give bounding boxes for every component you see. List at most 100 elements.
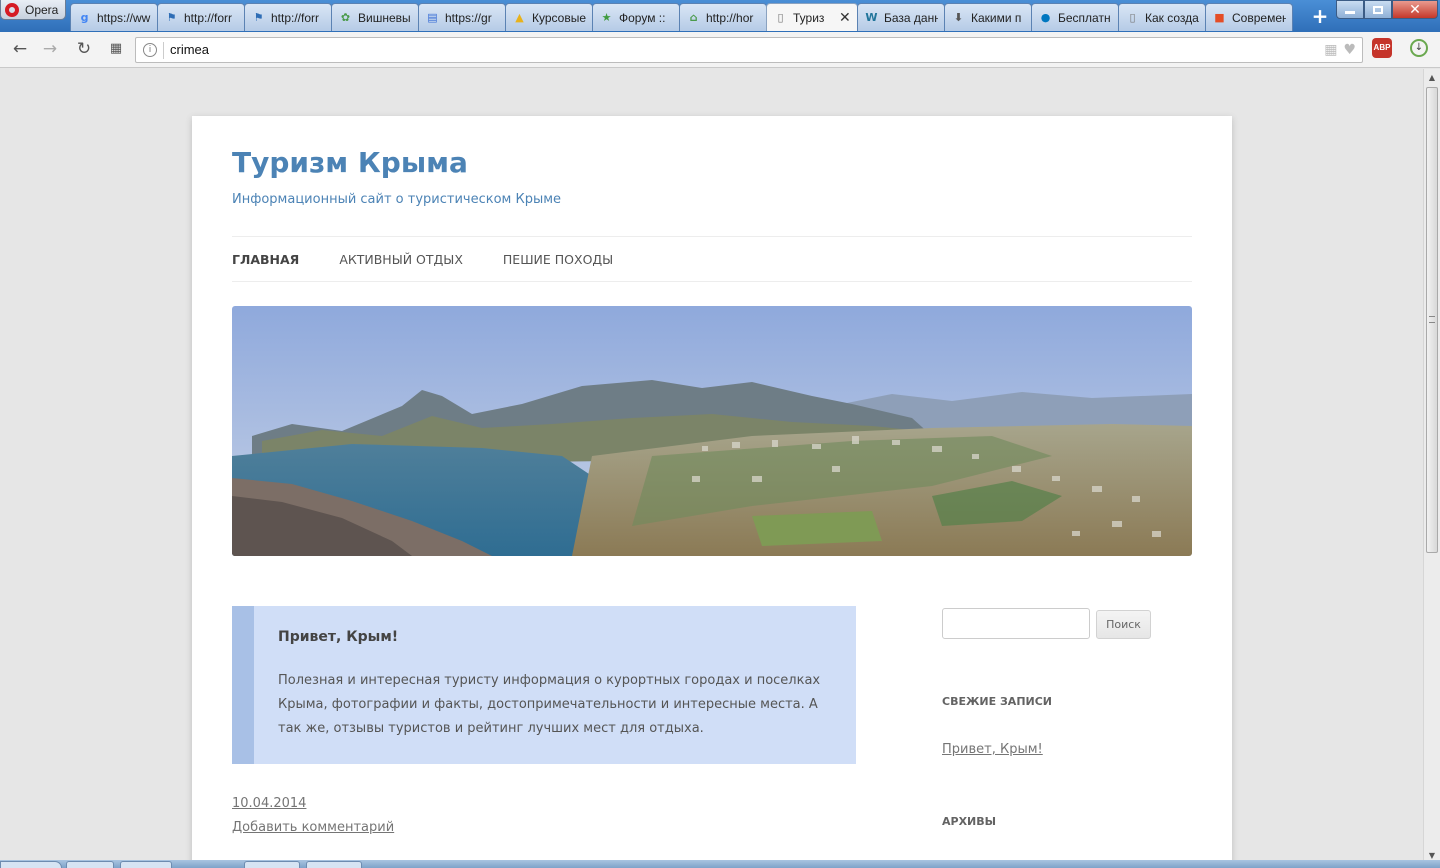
page-icon: ▯ <box>1129 11 1136 24</box>
tab-active[interactable]: ▯ Туриз ✕ <box>766 3 858 31</box>
browser-tab[interactable]: W База данн <box>857 3 945 31</box>
close-window-button[interactable]: ✕ <box>1392 0 1438 19</box>
back-button[interactable]: ← <box>8 38 32 60</box>
tab-title: https://gr <box>445 10 492 25</box>
windows-icon: ■ <box>1214 11 1225 24</box>
scrollbar-grip-icon <box>1429 316 1435 323</box>
browser-tab[interactable]: ■ Современ <box>1205 3 1293 31</box>
recent-post-link[interactable]: Привет, Крым! <box>942 742 1043 757</box>
reload-icon: ↻ <box>76 39 92 59</box>
forward-arrow-icon: → <box>42 39 58 59</box>
tab-title: Современ <box>1232 10 1286 25</box>
minimize-button[interactable] <box>1336 0 1364 19</box>
search-button[interactable]: Поиск <box>1096 610 1151 639</box>
browser-tab[interactable]: ⚑ http://forr <box>157 3 245 31</box>
start-button[interactable] <box>0 861 62 868</box>
scrollbar-thumb[interactable] <box>1426 87 1438 553</box>
heart-icon[interactable]: ♥ <box>1343 42 1356 58</box>
recent-posts-title: Свежие записи <box>942 695 1053 708</box>
maximize-button[interactable] <box>1364 0 1392 19</box>
tab-title: Вишневы <box>358 10 411 25</box>
tab-title: http://forr <box>184 10 233 25</box>
google-icon: g <box>80 11 89 24</box>
nav-item[interactable]: Главная <box>232 252 299 267</box>
download-icon: ⬇ <box>953 11 964 24</box>
download-icon[interactable]: ↓ <box>1410 39 1428 57</box>
tab-title: Как созда <box>1145 10 1199 25</box>
cherry-icon: ✿ <box>340 11 351 24</box>
page-icon: ▯ <box>777 11 784 24</box>
page-scrollbar[interactable]: ▲ ▼ <box>1423 69 1440 868</box>
browser-tab[interactable]: ★ Форум :: <box>592 3 680 31</box>
speed-dial-add-icon[interactable]: ▦ <box>1324 42 1337 58</box>
tab-title: Курсовые <box>532 10 586 25</box>
archives-title: Архивы <box>942 815 997 828</box>
site-description: Информационный сайт о туристическом Крым… <box>232 192 562 207</box>
add-comment-link[interactable]: Добавить комментарий <box>232 816 394 840</box>
speed-dial-button[interactable]: ▦ <box>104 38 128 60</box>
nav-item[interactable]: Активный отдых <box>339 252 463 267</box>
reload-button[interactable]: ↻ <box>72 38 96 60</box>
home-icon: ⌂ <box>689 11 698 24</box>
tab-title: Форум :: <box>619 10 666 25</box>
taskbar-item[interactable] <box>306 861 362 868</box>
address-input[interactable]: crimea <box>170 42 209 57</box>
site-title[interactable]: Туризм Крыма <box>232 146 468 179</box>
site-page: Туризм Крыма Информационный сайт о турис… <box>192 116 1232 868</box>
scroll-up-icon[interactable]: ▲ <box>1427 73 1437 82</box>
post-date-link[interactable]: 10.04.2014 <box>232 792 394 816</box>
tab-close-icon[interactable]: ✕ <box>839 10 851 26</box>
flag-icon: ⚑ <box>253 11 264 24</box>
browser-tab[interactable]: ⚑ http://forr <box>244 3 332 31</box>
browser-tab[interactable]: g https://ww <box>70 3 158 31</box>
wordpress-icon: W <box>865 11 878 24</box>
tab-title: База данн <box>884 10 938 25</box>
flag-icon: ⚑ <box>166 11 177 24</box>
back-arrow-icon: ← <box>12 39 28 59</box>
main-navigation: Главная Активный отдых Пешие походы <box>232 236 1192 282</box>
drupal-icon: ● <box>1040 11 1051 24</box>
adblock-button[interactable]: ABP <box>1372 38 1392 58</box>
address-bar[interactable]: i crimea ▦ ♥ <box>135 37 1363 63</box>
os-taskbar <box>0 860 1440 868</box>
tab-title: http://forr <box>271 10 320 25</box>
address-divider <box>163 42 164 59</box>
browser-tab[interactable]: ● Бесплатн <box>1031 3 1119 31</box>
navigation-toolbar: ← → ↻ ▦ i crimea ▦ ♥ ABP ↓ <box>0 32 1440 68</box>
grid-icon: ▦ <box>109 41 123 56</box>
new-tab-button[interactable]: + <box>1308 6 1332 27</box>
taskbar-item[interactable] <box>120 861 172 868</box>
restore-icon <box>1373 5 1383 14</box>
search-input[interactable] <box>942 608 1090 639</box>
browser-tab[interactable]: ✿ Вишневы <box>331 3 419 31</box>
nav-item[interactable]: Пешие походы <box>503 252 613 267</box>
forward-button[interactable]: → <box>38 38 62 60</box>
tab-title: http://hor <box>706 10 754 25</box>
docs-icon: ▤ <box>427 11 438 24</box>
opera-logo-icon <box>5 2 19 17</box>
tab-title: Какими п <box>971 10 1022 25</box>
browser-tab[interactable]: ⬇ Какими п <box>944 3 1032 31</box>
opera-menu-button[interactable]: Opera <box>0 0 66 20</box>
taskbar-item[interactable] <box>244 861 300 868</box>
crimea-panorama-image <box>232 306 1192 556</box>
browser-tab[interactable]: ⌂ http://hor <box>679 3 767 31</box>
browser-tab[interactable]: ▯ Как созда <box>1118 3 1206 31</box>
browser-tab[interactable]: ▲ Курсовые <box>505 3 593 31</box>
close-icon: ✕ <box>1409 1 1421 18</box>
minimize-icon <box>1345 11 1355 14</box>
taskbar-item[interactable] <box>66 861 114 868</box>
post-meta: 10.04.2014 Добавить комментарий <box>232 792 394 840</box>
scroll-down-icon[interactable]: ▼ <box>1427 851 1437 860</box>
browser-tab[interactable]: ▤ https://gr <box>418 3 506 31</box>
post-title[interactable]: Привет, Крым! <box>278 629 398 645</box>
post-card: Привет, Крым! Полезная и интересная тури… <box>232 606 856 764</box>
tab-title: Туриз <box>793 10 825 25</box>
header-image <box>232 306 1192 556</box>
site-info-icon[interactable]: i <box>143 43 157 57</box>
opera-menu-label: Opera <box>25 2 59 17</box>
tab-list: g https://ww ⚑ http://forr ⚑ http://forr ✿ Вишн… <box>70 3 1293 31</box>
star-icon: ★ <box>601 11 612 24</box>
post-accent-bar <box>232 606 254 764</box>
tab-title: Бесплатн <box>1058 10 1111 25</box>
